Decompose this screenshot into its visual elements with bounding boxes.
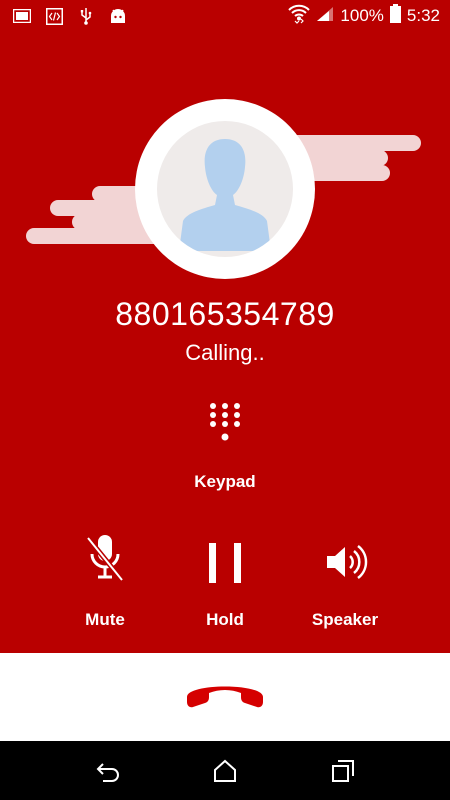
call-screen: 100% 5:32 880165354789 Calling.. Keypad … <box>0 0 450 800</box>
navigation-bar <box>0 741 450 800</box>
home-button[interactable] <box>212 758 238 784</box>
battery-percentage: 100% <box>340 6 384 25</box>
recents-icon <box>332 760 354 782</box>
clock: 5:32 <box>406 6 440 25</box>
battery-icon <box>389 4 401 28</box>
end-call-button[interactable] <box>183 677 267 711</box>
keypad-button[interactable]: Keypad <box>175 402 275 497</box>
keypad-label: Keypad <box>194 472 256 491</box>
speaker-label: Speaker <box>311 610 379 629</box>
recents-button[interactable] <box>330 758 356 784</box>
call-area: 880165354789 Calling.. Keypad Mute Hold … <box>0 32 450 653</box>
gmail-icon <box>12 6 32 26</box>
end-call-area <box>0 653 450 741</box>
hold-button[interactable]: Hold <box>170 532 280 632</box>
signal-icon <box>316 6 334 27</box>
hold-label: Hold <box>206 610 244 629</box>
mute-label: Mute <box>85 610 125 629</box>
back-icon <box>96 763 119 782</box>
pause-icon <box>205 532 245 591</box>
android-icon <box>108 6 128 26</box>
call-status: Calling.. <box>185 340 265 365</box>
person-silhouette-icon <box>179 139 271 251</box>
hang-up-icon <box>187 686 263 708</box>
wifi-icon <box>288 4 311 29</box>
mic-off-icon <box>85 532 125 591</box>
home-icon <box>214 759 236 782</box>
speaker-icon <box>325 532 369 591</box>
usb-icon <box>76 6 96 26</box>
contact-avatar <box>135 99 315 279</box>
dialpad-icon <box>208 402 242 447</box>
status-bar: 100% 5:32 <box>0 0 450 32</box>
speaker-button[interactable]: Speaker <box>290 532 400 632</box>
code-icon <box>44 6 64 26</box>
phone-number: 880165354789 <box>115 296 335 332</box>
back-button[interactable] <box>95 758 121 784</box>
mute-button[interactable]: Mute <box>50 532 160 632</box>
